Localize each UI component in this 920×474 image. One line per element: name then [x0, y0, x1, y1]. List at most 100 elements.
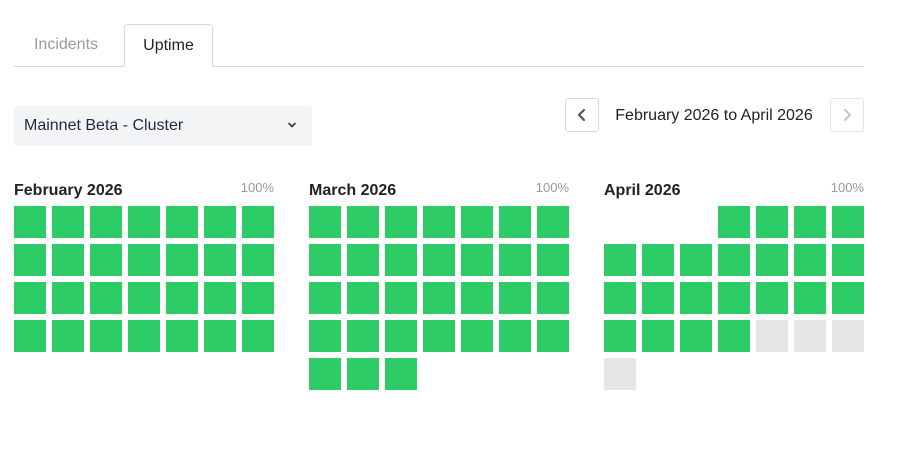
day-cell-up[interactable]	[832, 244, 864, 276]
day-cell-up[interactable]	[537, 320, 569, 352]
month-april: April 2026 100%	[604, 180, 864, 400]
day-cell-up[interactable]	[52, 282, 84, 314]
day-cell-up[interactable]	[385, 320, 417, 352]
month-title: April 2026	[604, 182, 681, 199]
day-cell-up[interactable]	[166, 282, 198, 314]
day-cell-up[interactable]	[385, 358, 417, 390]
day-cell-up[interactable]	[499, 206, 531, 238]
day-cell-up[interactable]	[90, 282, 122, 314]
day-cell-up[interactable]	[423, 206, 455, 238]
day-cell-up[interactable]	[537, 206, 569, 238]
day-cell-no-data[interactable]	[604, 358, 636, 390]
day-cell-up[interactable]	[642, 282, 674, 314]
day-cell-up[interactable]	[309, 282, 341, 314]
day-cell-up[interactable]	[90, 320, 122, 352]
month-uptime-percent: 100%	[240, 180, 274, 195]
day-cell-up[interactable]	[499, 244, 531, 276]
day-cell-up[interactable]	[166, 206, 198, 238]
day-cell-no-data[interactable]	[756, 320, 788, 352]
day-cell-up[interactable]	[423, 320, 455, 352]
day-cell-up[interactable]	[385, 282, 417, 314]
day-cell-up[interactable]	[680, 282, 712, 314]
day-cell-up[interactable]	[309, 244, 341, 276]
month-uptime-percent: 100%	[830, 180, 864, 195]
tab-incidents[interactable]: Incidents	[14, 24, 118, 65]
day-cell-up[interactable]	[604, 320, 636, 352]
day-cell-up[interactable]	[756, 206, 788, 238]
day-cell-up[interactable]	[642, 320, 674, 352]
day-cell-up[interactable]	[537, 282, 569, 314]
day-cell-up[interactable]	[14, 320, 46, 352]
day-cell-up[interactable]	[794, 206, 826, 238]
day-cell-up[interactable]	[461, 206, 493, 238]
day-cell-up[interactable]	[90, 206, 122, 238]
day-cell-no-data[interactable]	[794, 320, 826, 352]
previous-range-button[interactable]	[565, 98, 599, 132]
day-cell-up[interactable]	[756, 282, 788, 314]
day-cell-up[interactable]	[347, 358, 379, 390]
next-range-button[interactable]	[830, 98, 864, 132]
day-cell-up[interactable]	[128, 244, 160, 276]
day-cell-up[interactable]	[309, 320, 341, 352]
day-cell-up[interactable]	[52, 320, 84, 352]
day-cell-up[interactable]	[718, 206, 750, 238]
day-cell-up[interactable]	[499, 282, 531, 314]
day-cell-up[interactable]	[309, 358, 341, 390]
day-cell-up[interactable]	[499, 320, 531, 352]
day-cell-up[interactable]	[680, 244, 712, 276]
day-cell-up[interactable]	[242, 244, 274, 276]
day-cell-up[interactable]	[604, 244, 636, 276]
day-cell-up[interactable]	[794, 244, 826, 276]
day-cell-up[interactable]	[128, 206, 160, 238]
day-cell-up[interactable]	[794, 282, 826, 314]
day-cell-up[interactable]	[385, 244, 417, 276]
day-cell-up[interactable]	[204, 282, 236, 314]
day-cell-up[interactable]	[309, 206, 341, 238]
day-cell-up[interactable]	[756, 244, 788, 276]
day-cell-up[interactable]	[347, 206, 379, 238]
day-cell-up[interactable]	[52, 206, 84, 238]
day-cell-up[interactable]	[52, 244, 84, 276]
day-cell-up[interactable]	[14, 206, 46, 238]
day-cell-up[interactable]	[461, 282, 493, 314]
day-cell-up[interactable]	[242, 320, 274, 352]
day-cell-up[interactable]	[832, 282, 864, 314]
day-cell-up[interactable]	[204, 244, 236, 276]
day-cell-up[interactable]	[204, 206, 236, 238]
day-cell-up[interactable]	[347, 282, 379, 314]
day-cell-up[interactable]	[347, 244, 379, 276]
day-cell-up[interactable]	[604, 282, 636, 314]
chevron-down-icon	[288, 122, 296, 128]
day-cell-up[interactable]	[242, 282, 274, 314]
day-cell-up[interactable]	[242, 206, 274, 238]
day-cell-up[interactable]	[90, 244, 122, 276]
cluster-select[interactable]: Mainnet Beta - Cluster	[14, 106, 312, 146]
day-cell-up[interactable]	[385, 206, 417, 238]
day-cell-up[interactable]	[680, 320, 712, 352]
day-cell-up[interactable]	[166, 320, 198, 352]
day-cell-up[interactable]	[14, 244, 46, 276]
day-cell-up[interactable]	[14, 282, 46, 314]
day-cell-up[interactable]	[204, 320, 236, 352]
cluster-select-value: Mainnet Beta - Cluster	[24, 117, 184, 134]
day-cell-up[interactable]	[423, 244, 455, 276]
day-cell-up[interactable]	[128, 320, 160, 352]
day-cell-up[interactable]	[347, 320, 379, 352]
day-cell-up[interactable]	[537, 244, 569, 276]
day-cell-up[interactable]	[166, 244, 198, 276]
month-february: February 2026 100%	[14, 180, 274, 400]
day-cell-up[interactable]	[128, 282, 160, 314]
day-cell-up[interactable]	[718, 244, 750, 276]
day-cell-up[interactable]	[642, 244, 674, 276]
day-cell-up[interactable]	[461, 320, 493, 352]
date-range-label: February 2026 to April 2026	[615, 107, 813, 124]
tab-uptime[interactable]: Uptime	[124, 24, 213, 67]
tab-bar: Incidents Uptime	[14, 24, 864, 67]
day-cell-up[interactable]	[718, 320, 750, 352]
day-cell-up[interactable]	[718, 282, 750, 314]
day-cell-up[interactable]	[832, 206, 864, 238]
day-cell-up[interactable]	[461, 244, 493, 276]
day-cell-no-data[interactable]	[832, 320, 864, 352]
chevron-right-icon	[843, 108, 852, 122]
day-cell-up[interactable]	[423, 282, 455, 314]
